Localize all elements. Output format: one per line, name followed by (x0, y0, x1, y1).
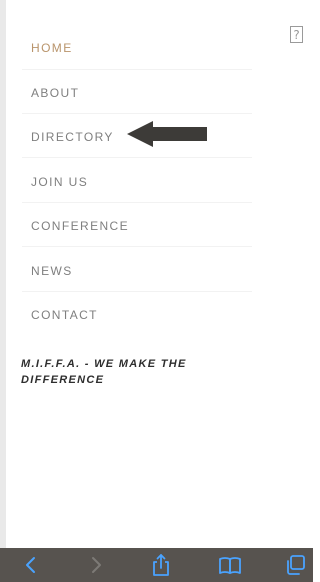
bookmarks-icon[interactable] (218, 553, 242, 577)
divider (22, 246, 252, 247)
menu-item-join-us[interactable]: JOIN US (31, 175, 88, 189)
tabs-icon[interactable] (283, 553, 307, 577)
divider (22, 157, 252, 158)
arrow-annotation-icon (127, 121, 207, 147)
share-icon[interactable] (149, 553, 173, 577)
forward-icon[interactable] (84, 553, 108, 577)
divider (22, 291, 252, 292)
browser-toolbar (0, 548, 313, 582)
divider (22, 113, 252, 114)
menu-item-contact[interactable]: CONTACT (31, 308, 98, 322)
help-icon[interactable]: ? (290, 26, 303, 43)
menu-item-directory[interactable]: DIRECTORY (31, 130, 114, 144)
menu-item-home[interactable]: HOME (31, 41, 73, 55)
divider (22, 69, 252, 70)
page-edge (0, 0, 6, 548)
menu-item-news[interactable]: NEWS (31, 264, 73, 278)
menu-item-about[interactable]: ABOUT (31, 86, 79, 100)
site-tagline: M.I.F.F.A. - WE MAKE THE DIFFERENCE (21, 358, 187, 386)
divider (22, 202, 252, 203)
menu-item-conference[interactable]: CONFERENCE (31, 219, 129, 233)
back-icon[interactable] (19, 553, 43, 577)
